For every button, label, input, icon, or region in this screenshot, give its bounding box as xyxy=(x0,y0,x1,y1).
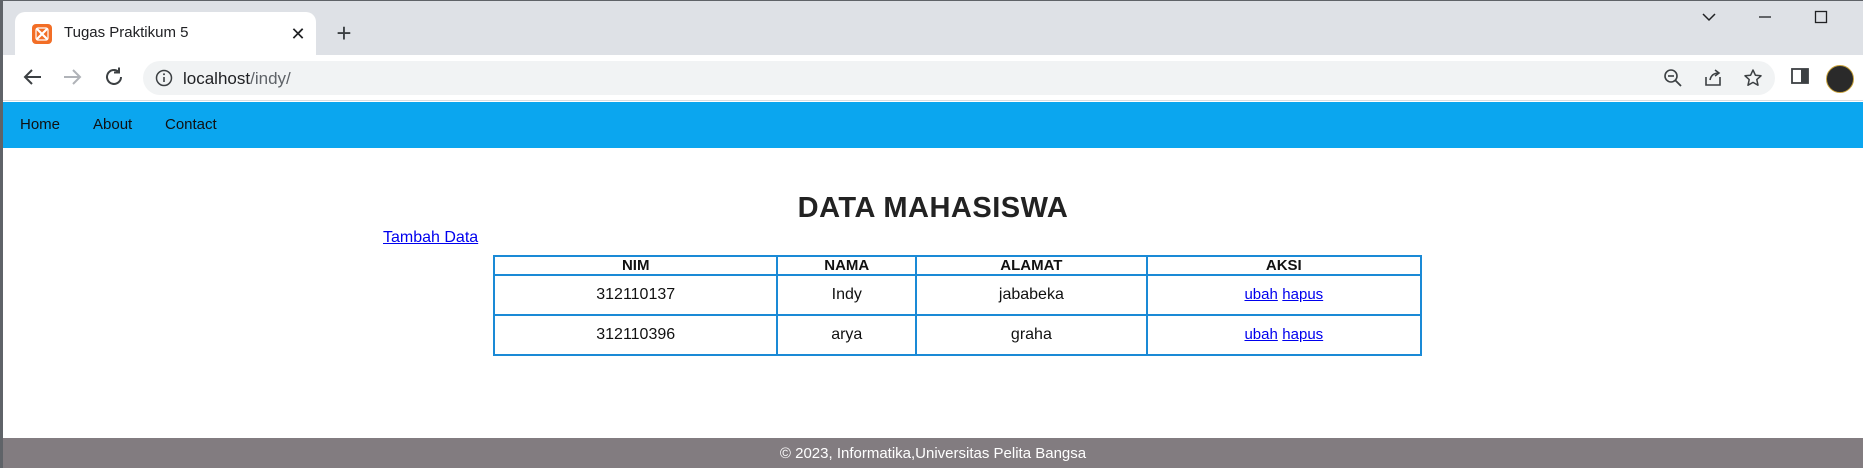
profile-avatar[interactable] xyxy=(1826,65,1854,93)
minimize-icon[interactable] xyxy=(1745,9,1785,33)
delete-link[interactable]: hapus xyxy=(1282,286,1323,303)
table-header-row: NIM NAMA ALAMAT AKSI xyxy=(492,256,1423,276)
browser-tab[interactable]: Tugas Praktikum 5 ✕ xyxy=(15,12,316,55)
browser-window: Tugas Praktikum 5 ✕ + localhost/indy/ Ho… xyxy=(0,0,1863,468)
reload-icon[interactable] xyxy=(102,65,126,89)
site-footer: © 2023, Informatika,Universitas Pelita B… xyxy=(3,438,1863,468)
cell-aksi: ubah hapus xyxy=(1145,274,1423,316)
delete-link[interactable]: hapus xyxy=(1282,326,1323,343)
tab-title: Tugas Praktikum 5 xyxy=(64,24,189,41)
nav-contact-link[interactable]: Contact xyxy=(165,116,217,133)
browser-toolbar: localhost/indy/ xyxy=(3,55,1863,101)
column-header-nim: NIM xyxy=(492,256,779,276)
site-navbar: Home About Contact xyxy=(3,102,1863,148)
url-path: /indy/ xyxy=(250,69,291,88)
cell-nim: 312110137 xyxy=(492,274,779,316)
back-arrow-icon[interactable] xyxy=(21,65,45,89)
bookmark-star-icon[interactable] xyxy=(1743,68,1763,88)
web-page: Home About Contact DATA MAHASISWA Tambah… xyxy=(3,102,1863,468)
edit-link[interactable]: ubah xyxy=(1244,286,1277,303)
column-header-nama: NAMA xyxy=(776,256,918,276)
cell-aksi: ubah hapus xyxy=(1145,314,1423,356)
forward-arrow-icon[interactable] xyxy=(60,65,84,89)
side-panel-icon[interactable] xyxy=(1789,65,1813,89)
tab-strip: Tugas Praktikum 5 ✕ + xyxy=(3,1,1863,55)
new-tab-icon[interactable]: + xyxy=(331,20,357,47)
cell-nim: 312110396 xyxy=(492,314,779,356)
column-header-alamat: ALAMAT xyxy=(915,256,1148,276)
cell-nama: arya xyxy=(776,314,918,356)
zoom-out-icon[interactable] xyxy=(1663,68,1683,88)
cell-alamat: jababeka xyxy=(915,274,1148,316)
nav-home-link[interactable]: Home xyxy=(20,116,60,133)
xampp-favicon-icon xyxy=(32,24,52,44)
column-header-aksi: AKSI xyxy=(1145,256,1423,276)
address-bar[interactable]: localhost/indy/ xyxy=(143,61,1775,95)
site-info-icon[interactable] xyxy=(155,69,173,92)
cell-alamat: graha xyxy=(915,314,1148,356)
url-text: localhost/indy/ xyxy=(183,69,291,89)
tab-close-icon[interactable]: ✕ xyxy=(288,24,308,44)
share-icon[interactable] xyxy=(1703,68,1723,88)
maximize-icon[interactable] xyxy=(1801,9,1841,33)
cell-nama: Indy xyxy=(776,274,918,316)
table-row: 312110396 arya graha ubah hapus xyxy=(492,314,1423,356)
nav-about-link[interactable]: About xyxy=(93,116,132,133)
student-table: NIM NAMA ALAMAT AKSI 312110137 Indy jaba… xyxy=(492,255,1423,356)
add-data-link[interactable]: Tambah Data xyxy=(383,229,478,247)
edit-link[interactable]: ubah xyxy=(1244,326,1277,343)
tab-search-chevron-icon[interactable] xyxy=(1689,9,1729,33)
url-host: localhost xyxy=(183,69,251,88)
page-title: DATA MAHASISWA xyxy=(797,192,1069,224)
table-row: 312110137 Indy jababeka ubah hapus xyxy=(492,274,1423,316)
